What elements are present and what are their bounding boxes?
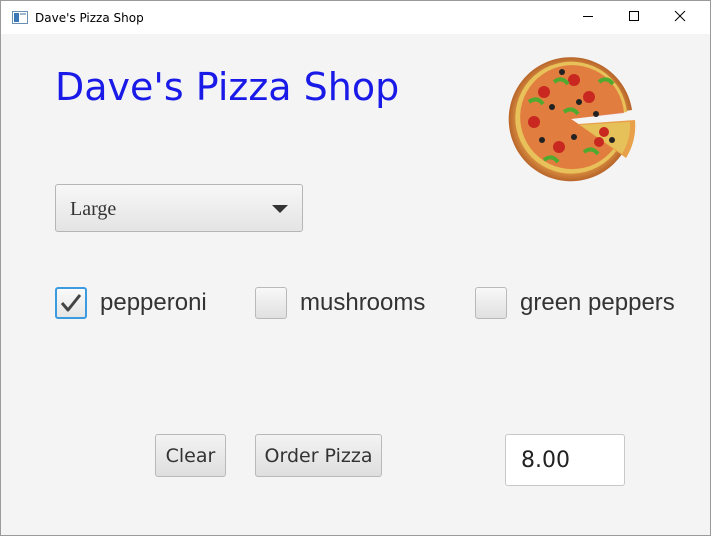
size-select[interactable]: Large: [55, 184, 303, 232]
green-peppers-label: green peppers: [520, 289, 675, 316]
maximize-icon: [628, 9, 640, 27]
page-title: Dave's Pizza Shop: [55, 65, 400, 109]
topping-pepperoni-checkbox[interactable]: pepperoni: [55, 284, 207, 322]
title-bar[interactable]: Dave's Pizza Shop: [1, 1, 710, 34]
minimize-button[interactable]: [565, 1, 611, 34]
topping-green-peppers-checkbox[interactable]: green peppers: [475, 284, 675, 322]
java-app-icon: [12, 11, 28, 24]
app-window: Dave's Pizza Shop Dave's Pizza Shop Larg…: [0, 0, 711, 536]
topping-mushrooms-checkbox[interactable]: mushrooms: [255, 284, 425, 322]
chevron-down-icon: [272, 205, 288, 213]
pizza-image: [504, 52, 638, 186]
pepperoni-label: pepperoni: [100, 289, 207, 316]
close-button[interactable]: [657, 1, 703, 34]
main-content: Dave's Pizza Shop Large pepperoni mushro…: [1, 34, 710, 535]
pepperoni-checkbox-box[interactable]: [55, 287, 87, 319]
mushrooms-checkbox-box[interactable]: [255, 287, 287, 319]
size-select-value: Large: [70, 198, 117, 220]
checkmark-icon: [60, 294, 82, 312]
maximize-button[interactable]: [611, 1, 657, 34]
order-pizza-button[interactable]: Order Pizza: [255, 434, 382, 477]
total-price-field[interactable]: [505, 434, 625, 486]
window-title: Dave's Pizza Shop: [35, 11, 144, 25]
close-icon: [674, 9, 686, 27]
minimize-icon: [582, 9, 594, 27]
mushrooms-label: mushrooms: [300, 289, 426, 316]
clear-button[interactable]: Clear: [155, 434, 226, 477]
green-peppers-checkbox-box[interactable]: [475, 287, 507, 319]
